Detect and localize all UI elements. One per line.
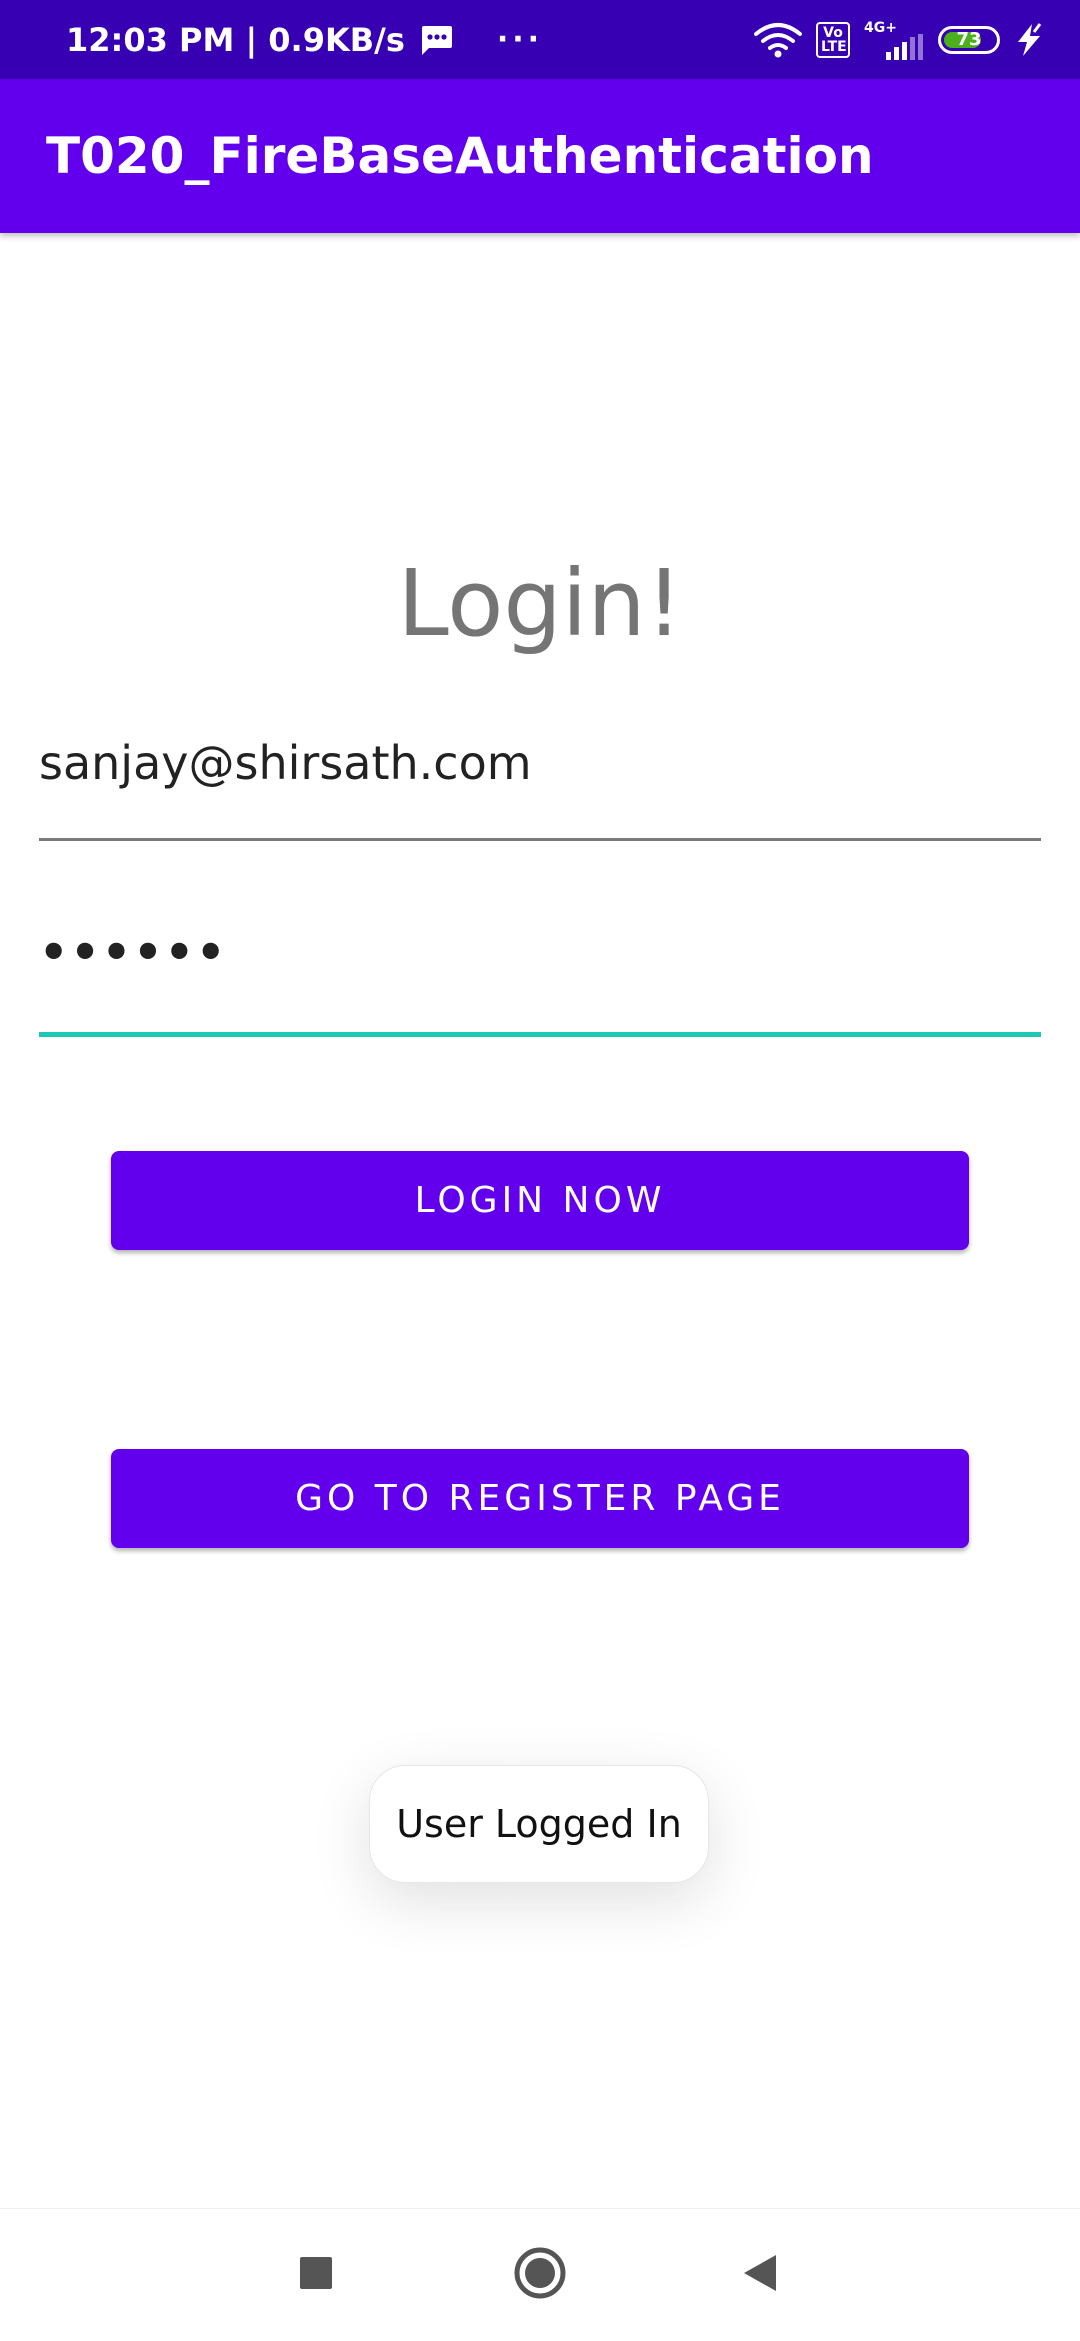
more-notifications-icon: ···	[496, 22, 544, 57]
password-field[interactable]	[39, 902, 1041, 1037]
battery-icon: 73	[938, 25, 1000, 54]
navigation-bar	[0, 2208, 1080, 2341]
app-title: T020_FireBaseAuthentication	[46, 127, 874, 185]
status-bar: 12:03 PM | 0.9KB/s ··· Vo LTE 4G+ 73	[0, 0, 1080, 79]
message-notification-icon	[419, 24, 453, 56]
volte-icon: Vo LTE	[816, 21, 850, 58]
toast-message: User Logged In	[369, 1765, 709, 1883]
status-left: 12:03 PM | 0.9KB/s ···	[66, 0, 543, 79]
back-button[interactable]	[700, 2209, 820, 2341]
email-field[interactable]	[39, 728, 1041, 841]
wifi-icon	[754, 22, 802, 58]
toast-text: User Logged In	[396, 1802, 682, 1846]
circle-icon	[513, 2246, 567, 2304]
go-to-register-button[interactable]: GO TO REGISTER PAGE	[111, 1449, 969, 1548]
email-input[interactable]	[39, 728, 1041, 798]
login-now-button[interactable]: LOGIN NOW	[111, 1151, 969, 1250]
recents-button[interactable]	[256, 2209, 376, 2341]
login-heading: Login!	[397, 550, 683, 657]
charging-icon	[1014, 22, 1044, 57]
password-input[interactable]	[39, 902, 1041, 1002]
status-time-speed: 12:03 PM | 0.9KB/s	[66, 20, 405, 59]
square-icon	[299, 2256, 333, 2294]
home-button[interactable]	[480, 2209, 600, 2341]
triangle-back-icon	[742, 2253, 778, 2297]
battery-level: 73	[956, 29, 982, 50]
app-bar: T020_FireBaseAuthentication	[0, 79, 1080, 233]
cellular-signal-icon: 4G+	[864, 20, 924, 60]
status-right: Vo LTE 4G+ 73	[754, 0, 1044, 79]
